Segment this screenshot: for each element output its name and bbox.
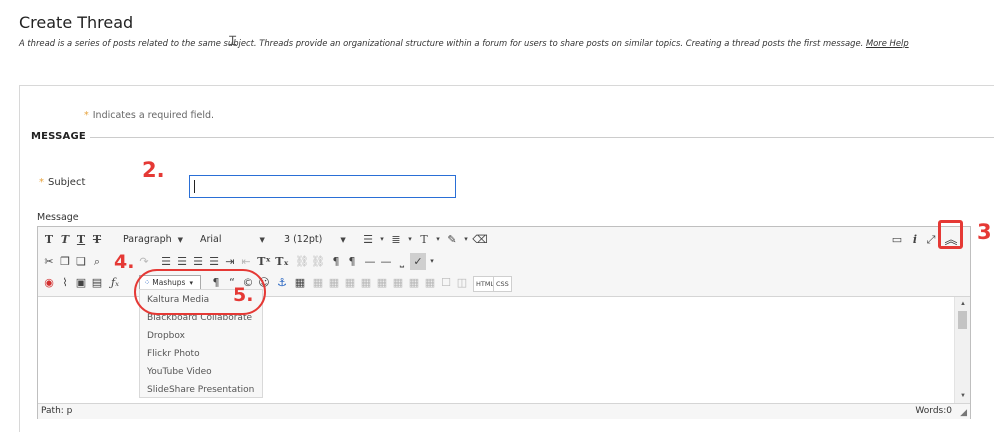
- align-left-icon[interactable]: ☰: [158, 253, 174, 270]
- table-cell-icon[interactable]: ◫: [454, 274, 470, 291]
- table-split-icon[interactable]: ▦: [406, 274, 422, 291]
- chevron-down-icon: ▼: [177, 236, 184, 244]
- media-icon[interactable]: ▤: [89, 274, 105, 291]
- section-divider: [90, 137, 994, 138]
- annotation-step-5: 5.: [233, 284, 254, 306]
- superscript-icon[interactable]: Tˣ: [256, 253, 272, 270]
- preview-icon[interactable]: ▭: [889, 231, 905, 248]
- annotation-step-3: 3: [977, 220, 992, 244]
- anchor-icon[interactable]: ⚓: [274, 274, 290, 291]
- page-description: A thread is a series of posts related to…: [19, 38, 909, 48]
- editor-statusbar: Path: p Words:0 ◢: [38, 403, 970, 419]
- description-text: A thread is a series of posts related to…: [19, 38, 864, 48]
- info-icon[interactable]: i: [907, 231, 923, 248]
- size-select-value: 3 (12pt): [284, 234, 323, 245]
- horizontal-rule-icon[interactable]: —: [362, 253, 378, 270]
- underline-icon[interactable]: T: [73, 231, 89, 248]
- table-row-after-icon[interactable]: ▦: [326, 274, 342, 291]
- chevron-down-icon: ▼: [340, 236, 346, 244]
- menu-item-slideshare-presentation[interactable]: SlideShare Presentation: [147, 385, 254, 395]
- youtube-icon[interactable]: ◉: [41, 274, 57, 291]
- required-note-text: Indicates a required field.: [92, 110, 215, 121]
- align-right-icon[interactable]: ☰: [190, 253, 206, 270]
- paragraph-select-value: Paragraph: [123, 234, 172, 245]
- table-delete-col-icon[interactable]: ▦: [390, 274, 406, 291]
- paragraph-select[interactable]: Paragraph ▼: [123, 232, 183, 248]
- redo-icon[interactable]: ↷: [136, 253, 152, 270]
- nonbreaking-space-icon[interactable]: ⎵: [394, 253, 410, 270]
- font-select-value: Arial: [200, 234, 222, 245]
- message-label: Message: [37, 212, 79, 223]
- align-justify-icon[interactable]: ☰: [206, 253, 222, 270]
- font-select[interactable]: Arial ▼: [200, 232, 265, 248]
- text-caret: [194, 180, 195, 193]
- align-center-icon[interactable]: ☰: [174, 253, 190, 270]
- bold-icon[interactable]: T: [41, 231, 57, 248]
- link-icon[interactable]: ⛓: [294, 253, 310, 270]
- rtl-icon[interactable]: ¶: [344, 253, 360, 270]
- required-star-icon: *: [39, 177, 44, 188]
- strikethrough-icon[interactable]: T: [89, 231, 105, 248]
- annotation-step-4: 4.: [114, 251, 135, 273]
- menu-item-youtube-video[interactable]: YouTube Video: [147, 367, 212, 377]
- outdent-icon[interactable]: ⇤: [238, 253, 254, 270]
- required-note: * Indicates a required field.: [84, 110, 214, 121]
- fullscreen-icon[interactable]: ⤢: [923, 231, 939, 248]
- menu-item-flickr-photo[interactable]: Flickr Photo: [147, 349, 200, 359]
- eraser-icon[interactable]: ⌫: [472, 231, 488, 248]
- text-cursor-icon: Ɪ: [229, 34, 237, 49]
- scroll-thumb[interactable]: [958, 311, 967, 329]
- unlink-icon[interactable]: ⛓: [310, 253, 326, 270]
- subscript-icon[interactable]: Tₓ: [274, 253, 290, 270]
- attach-icon[interactable]: ⌇: [57, 274, 73, 291]
- editor-scrollbar[interactable]: ▲ ▼: [954, 297, 970, 403]
- subject-label-text: Subject: [48, 177, 86, 188]
- chevron-down-icon[interactable]: ▾: [424, 253, 440, 270]
- menu-item-dropbox[interactable]: Dropbox: [147, 331, 185, 341]
- word-count: Words:0: [915, 406, 952, 416]
- table-delete-row-icon[interactable]: ▦: [342, 274, 358, 291]
- copy-icon[interactable]: ❐: [57, 253, 73, 270]
- indent-icon[interactable]: ⇥: [222, 253, 238, 270]
- table-props-icon[interactable]: ☐: [438, 274, 454, 291]
- image-icon[interactable]: ▣: [73, 274, 89, 291]
- subject-input[interactable]: [189, 175, 456, 198]
- math-formula-icon[interactable]: ƒₓ: [107, 274, 123, 291]
- toolbar-row-1: T T T T Paragraph ▼ Arial ▼ 3 (12pt) ▼ ☰ ▾ …: [38, 229, 970, 251]
- chevron-down-icon: ▼: [259, 236, 265, 244]
- page-title: Create Thread: [19, 13, 134, 32]
- annotation-step-2: 2.: [142, 158, 165, 182]
- paste-icon[interactable]: ❏: [73, 253, 89, 270]
- table-col-before-icon[interactable]: ▦: [358, 274, 374, 291]
- scroll-up-icon[interactable]: ▲: [955, 299, 971, 309]
- ltr-icon[interactable]: ¶: [328, 253, 344, 270]
- page-header: Create Thread A thread is a series of po…: [0, 0, 994, 70]
- annotation-box-collapse: [938, 220, 963, 249]
- size-select[interactable]: 3 (12pt) ▼: [284, 232, 346, 248]
- line-icon[interactable]: —: [378, 253, 394, 270]
- find-icon[interactable]: ⌕: [89, 253, 105, 270]
- path-label: Path: p: [41, 406, 73, 416]
- table-col-after-icon[interactable]: ▦: [374, 274, 390, 291]
- section-title: MESSAGE: [31, 131, 86, 142]
- cut-icon[interactable]: ✂: [41, 253, 57, 270]
- more-help-link[interactable]: More Help: [866, 38, 909, 48]
- scroll-down-icon[interactable]: ▼: [955, 391, 971, 401]
- subject-label: * Subject: [39, 177, 85, 188]
- table-row-before-icon[interactable]: ▦: [310, 274, 326, 291]
- resize-grip-icon[interactable]: ◢: [960, 407, 967, 418]
- css-button[interactable]: CSS: [493, 276, 512, 292]
- table-icon[interactable]: ▦: [292, 274, 308, 291]
- italic-icon[interactable]: T: [57, 231, 73, 248]
- table-merge-icon[interactable]: ▦: [422, 274, 438, 291]
- required-star-icon: *: [84, 110, 89, 121]
